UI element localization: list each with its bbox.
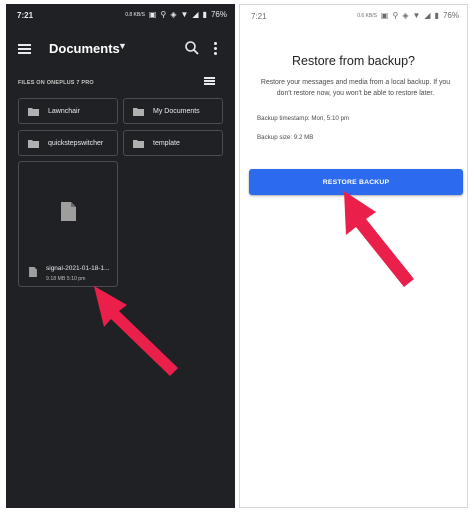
nfc-icon: ▣	[380, 11, 389, 20]
folder-item-lawnchair[interactable]: Lawnchair	[18, 98, 118, 124]
page-title[interactable]: Documents	[49, 41, 120, 56]
menu-icon[interactable]	[18, 44, 31, 54]
status-bar: 7:21 0.8 KB/S ▣ ⚲ ◈ ▼ ◢ ▮ 76%	[6, 4, 235, 26]
status-icons: 0.6 KB/S ▣ ⚲ ◈ ▼ ◢ ▮ 76%	[357, 11, 459, 20]
status-time: 7:21	[17, 11, 34, 20]
battery-icon: ▮	[434, 11, 439, 20]
nfc-icon: ▣	[148, 10, 157, 19]
location-icon: ⚲	[160, 10, 167, 19]
folder-item-my-documents[interactable]: My Documents	[123, 98, 223, 124]
restore-screen: 7:21 0.6 KB/S ▣ ⚲ ◈ ▼ ◢ ▮ 76% Restore fr…	[239, 4, 468, 508]
folder-icon	[133, 139, 144, 148]
file-icon	[61, 202, 76, 221]
battery-percent: 76%	[442, 11, 459, 20]
folder-label: quickstepswitcher	[48, 139, 104, 147]
location-icon: ⚲	[392, 11, 399, 20]
backup-size: Backup size: 9.2 MB	[257, 134, 314, 141]
folder-icon	[28, 139, 39, 148]
network-speed: 0.8 KB/S	[125, 11, 145, 18]
more-options-icon[interactable]	[214, 42, 218, 56]
file-manager-screen: 7:21 0.8 KB/S ▣ ⚲ ◈ ▼ ◢ ▮ 76% Documents …	[6, 4, 235, 508]
folder-item-quickstepswitcher[interactable]: quickstepswitcher	[18, 130, 118, 156]
status-time: 7:21	[251, 12, 267, 21]
backup-timestamp: Backup timestamp: Mon, 5:10 pm	[257, 115, 350, 122]
battery-percent: 76%	[210, 10, 227, 19]
list-view-icon[interactable]	[204, 77, 215, 86]
wifi-icon: ▼	[180, 10, 189, 19]
file-meta: 9.18 MB 5:10 pm	[46, 276, 86, 282]
chevron-down-icon[interactable]: ▼	[118, 41, 127, 51]
search-icon[interactable]	[184, 40, 200, 56]
dialog-description: Restore your messages and media from a l…	[260, 79, 451, 97]
dialog-title: Restore from backup?	[292, 54, 415, 68]
vibrate-icon: ◈	[170, 10, 177, 19]
battery-icon: ▮	[202, 10, 207, 19]
file-item-signal-backup[interactable]: signal-2021-01-18-1... 9.18 MB 5:10 pm	[18, 161, 118, 287]
status-icons: 0.8 KB/S ▣ ⚲ ◈ ▼ ◢ ▮ 76%	[125, 10, 227, 19]
folder-label: template	[153, 139, 180, 147]
app-bar: Documents ▼	[6, 34, 235, 64]
folder-label: Lawnchair	[48, 107, 80, 115]
file-type-icon	[29, 267, 37, 277]
section-label: FILES ON ONEPLUS 7 PRO	[18, 80, 94, 86]
restore-backup-button[interactable]: RESTORE BACKUP	[249, 169, 463, 195]
wifi-icon: ▼	[412, 11, 421, 20]
folder-icon	[133, 107, 144, 116]
signal-icon: ◢	[424, 11, 431, 20]
folder-label: My Documents	[153, 107, 200, 115]
vibrate-icon: ◈	[402, 11, 409, 20]
file-name: signal-2021-01-18-1...	[46, 265, 110, 272]
folder-icon	[28, 107, 39, 116]
signal-icon: ◢	[192, 10, 199, 19]
network-speed: 0.6 KB/S	[357, 12, 377, 19]
status-bar: 7:21 0.6 KB/S ▣ ⚲ ◈ ▼ ◢ ▮ 76%	[240, 5, 467, 27]
folder-item-template[interactable]: template	[123, 130, 223, 156]
